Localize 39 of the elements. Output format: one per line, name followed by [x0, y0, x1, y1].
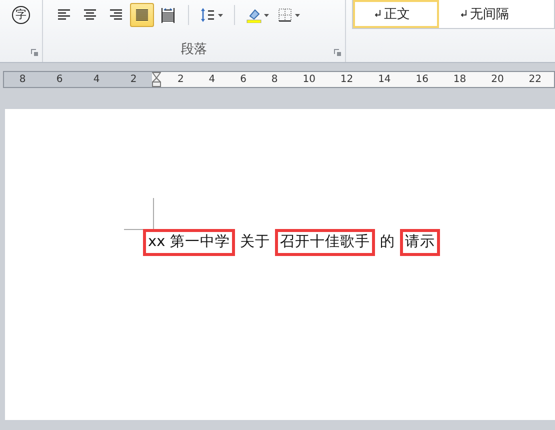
paragraph-mark-icon [461, 10, 467, 18]
ruler-number: 22 [528, 73, 542, 87]
caret-icon [264, 14, 269, 16]
borders-icon [277, 7, 293, 23]
title-text: 的 [378, 233, 396, 252]
ruler-number: 6 [56, 73, 63, 87]
paragraph-mark-icon [375, 10, 381, 18]
ruler-number: 20 [491, 73, 504, 87]
ruler-number: 8 [19, 73, 26, 87]
title-text: 召开十佳歌手 [274, 229, 375, 256]
ruler-number: 2 [177, 73, 184, 87]
ruler-number: 2 [130, 73, 137, 87]
group-label: 段落 [181, 41, 207, 58]
justify-button[interactable] [130, 3, 154, 27]
distributed-icon [160, 7, 176, 23]
dialog-launcher-icon[interactable] [334, 49, 341, 56]
caret-icon [218, 14, 223, 16]
title-text: 请示 [400, 229, 440, 256]
style-item[interactable]: 无间隔 [439, 0, 525, 28]
style-item[interactable]: 正文 [353, 0, 439, 28]
dialog-launcher-icon[interactable] [31, 49, 38, 56]
ruler-number: 12 [340, 73, 354, 87]
shading-icon [246, 7, 262, 23]
ruler-number: 4 [93, 73, 100, 87]
title-text: xx 第一中学 [143, 229, 235, 256]
ruler-number: 10 [302, 73, 316, 87]
ruler-number: 4 [208, 73, 216, 87]
phonetic-guide-icon[interactable]: 字 [12, 6, 30, 24]
justify-icon [134, 7, 150, 23]
line-spacing-icon [200, 7, 216, 23]
indent-marker-icon[interactable] [152, 72, 161, 87]
caret-icon [295, 14, 300, 16]
ruler-number: 14 [378, 73, 391, 87]
crop-mark [124, 198, 154, 230]
ruler-number: 6 [240, 73, 246, 87]
ruler-number: 18 [453, 73, 466, 87]
title-text: 关于 [238, 233, 271, 252]
ruler-number: 16 [416, 73, 428, 87]
ruler-number: 8 [271, 73, 278, 87]
